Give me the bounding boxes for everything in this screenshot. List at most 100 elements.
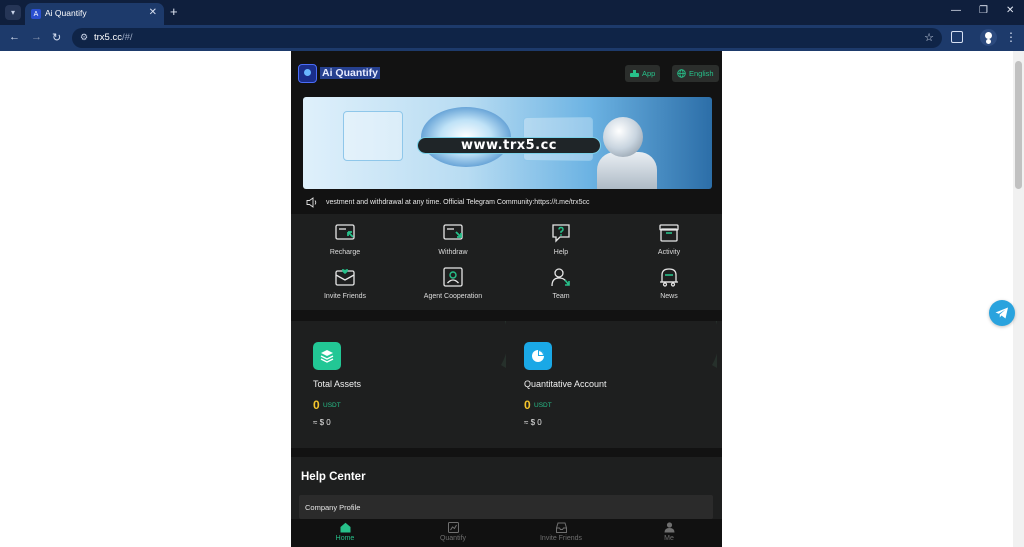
brand-logo-icon: [298, 64, 317, 83]
asset-title: Total Assets: [313, 379, 362, 389]
speaker-icon: [306, 197, 317, 208]
menu-item-help[interactable]: Help: [507, 218, 615, 262]
help-icon: [552, 224, 570, 243]
pie-chart-icon: [524, 342, 552, 370]
language-button[interactable]: English: [672, 65, 719, 82]
asset-summary: Total Assets 0 USDT ≈ $ 0 Quantitative A…: [291, 321, 722, 448]
menu-item-activity[interactable]: Activity: [615, 218, 722, 262]
telegram-float-button[interactable]: [989, 300, 1015, 326]
asset-unit: USDT: [323, 402, 341, 409]
menu-label: Team: [552, 293, 570, 300]
team-icon: [551, 268, 570, 287]
promo-banner[interactable]: www.trx5.cc: [303, 97, 712, 189]
news-icon: [660, 268, 678, 287]
minimize-icon[interactable]: —: [951, 5, 961, 16]
scrollbar-thumb[interactable]: [1015, 61, 1022, 189]
total-assets-card[interactable]: Total Assets 0 USDT ≈ $ 0: [291, 321, 506, 448]
menu-label: Activity: [657, 249, 681, 256]
menu-item-withdraw[interactable]: Withdraw: [399, 218, 507, 262]
browser-tab-strip: ▾ A Ai Quantify ✕ + — ❐ ✕: [0, 0, 1024, 25]
menu-label: News: [660, 293, 678, 300]
recharge-icon: [335, 224, 355, 240]
tab-search-button[interactable]: ▾: [5, 5, 21, 20]
menu-label: Agent Cooperation: [423, 293, 483, 300]
inbox-icon: [555, 522, 567, 533]
asset-title: Quantitative Account: [524, 379, 607, 389]
address-bar[interactable]: ⚙ trx5.cc/#/ ☆: [72, 28, 942, 48]
help-center-title: Help Center: [301, 471, 366, 483]
url-text[interactable]: trx5.cc/#/: [94, 32, 133, 43]
banner-url-text: www.trx5.cc: [417, 137, 601, 154]
nav-label: Invite Friends: [539, 535, 583, 542]
help-row-label: Company Profile: [305, 503, 361, 512]
language-button-label: English: [689, 69, 714, 78]
menu-item-news[interactable]: News: [615, 262, 722, 306]
url-host: trx5.cc: [94, 32, 122, 43]
bottom-navigation: Home Quantify Invite Friends Me: [291, 519, 722, 547]
app-header: Ai Quantify App English: [291, 51, 722, 95]
profile-avatar-icon[interactable]: [980, 29, 997, 46]
user-icon: [664, 522, 674, 533]
nav-home[interactable]: Home: [291, 519, 399, 547]
menu-item-team[interactable]: Team: [507, 262, 615, 306]
menu-item-invite-friends[interactable]: Invite Friends: [291, 262, 399, 306]
back-icon[interactable]: ←: [9, 31, 20, 43]
card-decoration: [358, 321, 506, 437]
window-close-icon[interactable]: ✕: [1006, 5, 1014, 16]
quantify-icon: [447, 522, 459, 533]
help-row-company-profile[interactable]: Company Profile: [299, 495, 713, 519]
bookmark-star-icon[interactable]: ☆: [924, 31, 934, 44]
forward-icon[interactable]: →: [31, 31, 42, 43]
app-icon: [630, 70, 639, 77]
banner-hud-panel: [343, 111, 403, 161]
asset-usd-approx: ≈ $ 0: [313, 418, 331, 427]
tab-favicon-icon: A: [31, 9, 41, 19]
quantitative-account-card[interactable]: Quantitative Account 0 USDT ≈ $ 0: [502, 321, 717, 448]
menu-item-agent-cooperation[interactable]: Agent Cooperation: [399, 262, 507, 306]
menu-item-recharge[interactable]: Recharge: [291, 218, 399, 262]
nav-label: Quantify: [439, 535, 467, 542]
browser-tab[interactable]: A Ai Quantify ✕: [25, 3, 164, 25]
browser-menu-icon[interactable]: ⋮: [1005, 30, 1017, 44]
withdraw-icon: [443, 224, 463, 240]
menu-label: Withdraw: [438, 249, 468, 256]
banner-robot-body: [597, 152, 657, 189]
home-icon: [340, 522, 350, 533]
tab-close-icon[interactable]: ✕: [149, 7, 157, 18]
quick-menu-grid: Recharge Withdraw Help Activity Invite F…: [291, 214, 722, 310]
asset-unit: USDT: [534, 402, 552, 409]
reload-icon[interactable]: ↻: [52, 31, 61, 44]
menu-label: Invite Friends: [323, 293, 367, 300]
asset-usd-approx: ≈ $ 0: [524, 418, 542, 427]
mobile-app-frame: Ai Quantify App English www.trx5.cc vest…: [291, 51, 722, 547]
menu-label: Recharge: [329, 249, 361, 256]
activity-icon: [659, 224, 679, 242]
extensions-icon[interactable]: [951, 31, 963, 43]
nav-label: Home: [335, 535, 355, 542]
app-button-label: App: [642, 69, 656, 78]
notice-marquee: vestment and withdrawal at any time. Off…: [303, 193, 712, 213]
restore-icon[interactable]: ❐: [979, 5, 988, 16]
agent-icon: [443, 267, 463, 287]
banner-robot-head: [603, 117, 643, 157]
brand-name: Ai Quantify: [320, 67, 381, 79]
new-tab-button[interactable]: +: [170, 4, 178, 19]
globe-icon: [677, 69, 686, 78]
url-path: /#/: [121, 32, 133, 43]
tab-title: Ai Quantify: [45, 8, 87, 18]
nav-quantify[interactable]: Quantify: [399, 519, 507, 547]
asset-value: 0: [524, 398, 531, 412]
nav-label: Me: [664, 535, 674, 542]
page-scrollbar[interactable]: [1013, 51, 1024, 547]
nav-invite-friends[interactable]: Invite Friends: [507, 519, 615, 547]
site-info-icon[interactable]: ⚙: [80, 32, 88, 43]
app-download-button[interactable]: App: [625, 65, 661, 82]
browser-toolbar: ← → ↻ ⚙ trx5.cc/#/ ☆ ⋮: [0, 25, 1024, 51]
layers-icon: [313, 342, 341, 370]
asset-value: 0: [313, 398, 320, 412]
nav-me[interactable]: Me: [615, 519, 722, 547]
invite-icon: [335, 269, 355, 286]
notice-text: vestment and withdrawal at any time. Off…: [326, 199, 590, 206]
telegram-icon: [995, 307, 1008, 319]
menu-label: Help: [553, 249, 569, 256]
